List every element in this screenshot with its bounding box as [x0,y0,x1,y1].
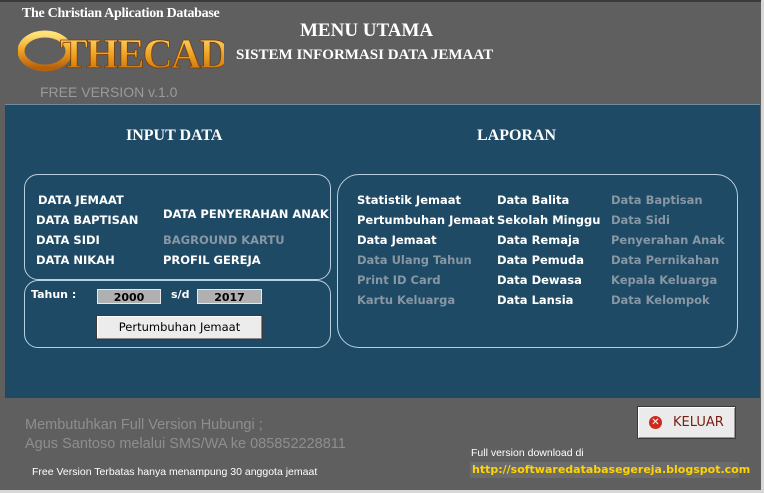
report-data-pemuda[interactable]: Data Pemuda [497,253,584,267]
menu-data-nikah[interactable]: DATA NIKAH [36,253,115,267]
main-panel: INPUT DATA LAPORAN DATA JEMAAT DATA BAPT… [5,104,760,398]
report-data-pernikahan: Data Pernikahan [611,253,720,267]
input-data-box: DATA JEMAAT DATA BAPTISAN DATA SIDI DATA… [24,174,331,280]
menu-data-baptisan[interactable]: DATA BAPTISAN [36,213,138,227]
report-data-sidi: Data Sidi [611,213,670,227]
report-data-kelompok: Data Kelompok [611,293,710,307]
report-kartu-keluarga: Kartu Keluarga [357,293,456,307]
laporan-box: Statistik Jemaat Pertumbuhan Jemaat Data… [337,174,738,348]
report-sekolah-minggu[interactable]: Sekolah Minggu [497,213,600,227]
thecad-logo: THECAD [18,30,224,76]
report-pertumbuhan-jemaat[interactable]: Pertumbuhan Jemaat [357,213,494,227]
download-label: Full version download di [471,447,584,459]
report-print-id-card: Print ID Card [357,273,441,287]
report-data-baptisan: Data Baptisan [611,193,703,207]
menu-profil-gereja[interactable]: PROFIL GEREJA [163,253,261,267]
year-to-field[interactable]: 2017 [197,289,262,304]
close-circle-icon: ✕ [649,416,662,429]
year-from-field[interactable]: 2000 [97,289,161,304]
report-data-jemaat[interactable]: Data Jemaat [357,233,437,247]
main-window: The Christian Aplication Database THECAD… [0,0,764,493]
logo-version: FREE VERSION v.1.0 [40,84,178,100]
exit-button-label: KELUAR [673,415,724,430]
report-data-remaja[interactable]: Data Remaja [497,233,580,247]
page-title: MENU UTAMA [300,20,434,41]
year-separator: s/d [171,288,190,301]
year-label: Tahun : [31,288,77,301]
report-data-lansia[interactable]: Data Lansia [497,293,573,307]
laporan-title: LAPORAN [477,127,557,144]
report-kepala-keluarga: Kepala Keluarga [611,273,718,287]
report-data-ulang-tahun: Data Ulang Tahun [357,253,472,267]
download-link[interactable]: http://softwaredatabasegereja.blogspot.c… [470,462,750,478]
input-data-title: INPUT DATA [126,127,223,144]
menu-data-sidi[interactable]: DATA SIDI [36,233,100,247]
contact-line-1: Membutuhkan Full Version Hubungi ; [25,417,263,433]
menu-data-jemaat[interactable]: DATA JEMAAT [38,193,124,207]
menu-bagground-kartu: BAGROUND KARTU [163,233,285,247]
report-statistik-jemaat[interactable]: Statistik Jemaat [357,193,461,207]
logo-wordmark: THECAD [60,32,224,76]
exit-button[interactable]: ✕ KELUAR [637,406,736,439]
report-data-balita[interactable]: Data Balita [497,193,569,207]
report-data-dewasa[interactable]: Data Dewasa [497,273,582,287]
limit-note: Free Version Terbatas hanya menampung 30… [32,466,318,478]
logo-tagline: The Christian Aplication Database [22,6,220,21]
menu-data-penyerahan-anak[interactable]: DATA PENYERAHAN ANAK [163,207,329,221]
window-top-edge [0,0,764,2]
growth-button[interactable]: Pertumbuhan Jemaat [96,315,263,340]
growth-box: Tahun : 2000 s/d 2017 Pertumbuhan Jemaat [24,280,331,348]
page-subtitle: SISTEM INFORMASI DATA JEMAAT [236,47,494,63]
contact-line-2: Agus Santoso melalui SMS/WA ke 085852228… [25,436,346,452]
report-penyerahan-anak: Penyerahan Anak [611,233,725,247]
